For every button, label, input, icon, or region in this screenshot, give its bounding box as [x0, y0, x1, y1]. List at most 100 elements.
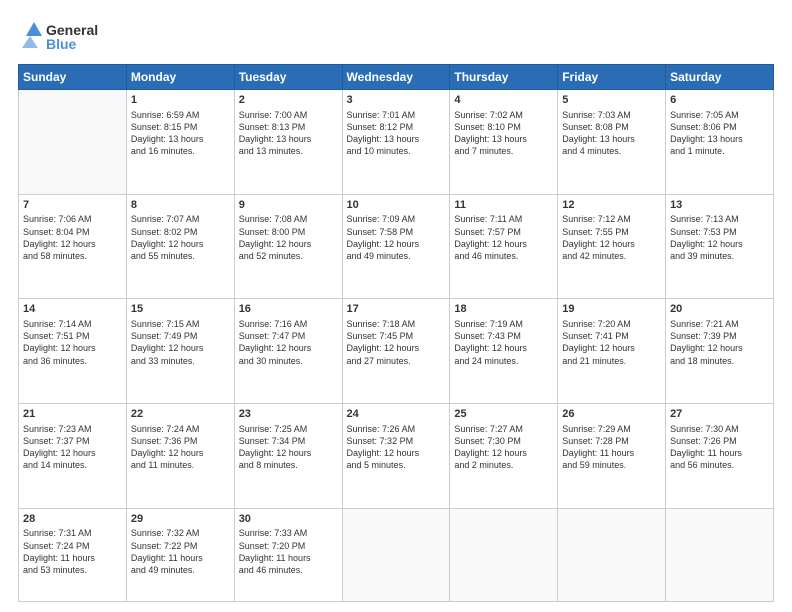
day-number: 9: [239, 198, 338, 213]
day-number: 11: [454, 198, 553, 213]
day-info: Sunrise: 7:26 AM Sunset: 7:32 PM Dayligh…: [347, 423, 446, 472]
day-info: Sunrise: 7:18 AM Sunset: 7:45 PM Dayligh…: [347, 318, 446, 367]
calendar-cell: 21Sunrise: 7:23 AM Sunset: 7:37 PM Dayli…: [19, 403, 127, 508]
calendar-table: SundayMondayTuesdayWednesdayThursdayFrid…: [18, 64, 774, 602]
day-info: Sunrise: 7:21 AM Sunset: 7:39 PM Dayligh…: [670, 318, 769, 367]
calendar-cell: 25Sunrise: 7:27 AM Sunset: 7:30 PM Dayli…: [450, 403, 558, 508]
weekday-header-friday: Friday: [558, 65, 666, 90]
calendar-cell: 4Sunrise: 7:02 AM Sunset: 8:10 PM Daylig…: [450, 90, 558, 195]
day-number: 25: [454, 407, 553, 422]
weekday-header-monday: Monday: [126, 65, 234, 90]
calendar-cell: 6Sunrise: 7:05 AM Sunset: 8:06 PM Daylig…: [666, 90, 774, 195]
day-number: 8: [131, 198, 230, 213]
calendar-cell: 17Sunrise: 7:18 AM Sunset: 7:45 PM Dayli…: [342, 299, 450, 404]
day-number: 1: [131, 93, 230, 108]
day-info: Sunrise: 7:02 AM Sunset: 8:10 PM Dayligh…: [454, 109, 553, 158]
day-info: Sunrise: 7:11 AM Sunset: 7:57 PM Dayligh…: [454, 213, 553, 262]
page: General Blue SundayMondayTuesdayWednesda…: [0, 0, 792, 612]
calendar-cell: 15Sunrise: 7:15 AM Sunset: 7:49 PM Dayli…: [126, 299, 234, 404]
calendar-cell: 3Sunrise: 7:01 AM Sunset: 8:12 PM Daylig…: [342, 90, 450, 195]
day-number: 17: [347, 302, 446, 317]
day-info: Sunrise: 7:01 AM Sunset: 8:12 PM Dayligh…: [347, 109, 446, 158]
day-info: Sunrise: 7:31 AM Sunset: 7:24 PM Dayligh…: [23, 527, 122, 576]
day-number: 26: [562, 407, 661, 422]
calendar-cell: 11Sunrise: 7:11 AM Sunset: 7:57 PM Dayli…: [450, 194, 558, 299]
weekday-header-sunday: Sunday: [19, 65, 127, 90]
calendar-cell: 27Sunrise: 7:30 AM Sunset: 7:26 PM Dayli…: [666, 403, 774, 508]
calendar-cell: 14Sunrise: 7:14 AM Sunset: 7:51 PM Dayli…: [19, 299, 127, 404]
day-info: Sunrise: 7:27 AM Sunset: 7:30 PM Dayligh…: [454, 423, 553, 472]
day-number: 14: [23, 302, 122, 317]
day-number: 28: [23, 512, 122, 527]
day-info: Sunrise: 7:16 AM Sunset: 7:47 PM Dayligh…: [239, 318, 338, 367]
calendar-cell: [450, 508, 558, 601]
day-number: 7: [23, 198, 122, 213]
day-info: Sunrise: 7:05 AM Sunset: 8:06 PM Dayligh…: [670, 109, 769, 158]
day-info: Sunrise: 7:30 AM Sunset: 7:26 PM Dayligh…: [670, 423, 769, 472]
day-number: 19: [562, 302, 661, 317]
day-info: Sunrise: 7:23 AM Sunset: 7:37 PM Dayligh…: [23, 423, 122, 472]
logo: General Blue: [18, 18, 108, 54]
calendar-cell: [558, 508, 666, 601]
calendar-cell: 7Sunrise: 7:06 AM Sunset: 8:04 PM Daylig…: [19, 194, 127, 299]
calendar-cell: 29Sunrise: 7:32 AM Sunset: 7:22 PM Dayli…: [126, 508, 234, 601]
calendar-cell: 28Sunrise: 7:31 AM Sunset: 7:24 PM Dayli…: [19, 508, 127, 601]
weekday-header-tuesday: Tuesday: [234, 65, 342, 90]
day-info: Sunrise: 7:09 AM Sunset: 7:58 PM Dayligh…: [347, 213, 446, 262]
calendar-cell: 20Sunrise: 7:21 AM Sunset: 7:39 PM Dayli…: [666, 299, 774, 404]
day-number: 21: [23, 407, 122, 422]
day-number: 24: [347, 407, 446, 422]
calendar-cell: 1Sunrise: 6:59 AM Sunset: 8:15 PM Daylig…: [126, 90, 234, 195]
day-number: 27: [670, 407, 769, 422]
day-info: Sunrise: 7:15 AM Sunset: 7:49 PM Dayligh…: [131, 318, 230, 367]
day-info: Sunrise: 7:20 AM Sunset: 7:41 PM Dayligh…: [562, 318, 661, 367]
calendar-cell: 2Sunrise: 7:00 AM Sunset: 8:13 PM Daylig…: [234, 90, 342, 195]
calendar-cell: 8Sunrise: 7:07 AM Sunset: 8:02 PM Daylig…: [126, 194, 234, 299]
weekday-header-row: SundayMondayTuesdayWednesdayThursdayFrid…: [19, 65, 774, 90]
day-number: 15: [131, 302, 230, 317]
day-info: Sunrise: 7:13 AM Sunset: 7:53 PM Dayligh…: [670, 213, 769, 262]
calendar-cell: 18Sunrise: 7:19 AM Sunset: 7:43 PM Dayli…: [450, 299, 558, 404]
calendar-cell: 12Sunrise: 7:12 AM Sunset: 7:55 PM Dayli…: [558, 194, 666, 299]
weekday-header-wednesday: Wednesday: [342, 65, 450, 90]
day-number: 4: [454, 93, 553, 108]
day-number: 6: [670, 93, 769, 108]
day-info: Sunrise: 7:08 AM Sunset: 8:00 PM Dayligh…: [239, 213, 338, 262]
day-info: Sunrise: 7:06 AM Sunset: 8:04 PM Dayligh…: [23, 213, 122, 262]
header: General Blue: [18, 18, 774, 54]
day-info: Sunrise: 7:19 AM Sunset: 7:43 PM Dayligh…: [454, 318, 553, 367]
day-info: Sunrise: 6:59 AM Sunset: 8:15 PM Dayligh…: [131, 109, 230, 158]
day-number: 2: [239, 93, 338, 108]
day-number: 13: [670, 198, 769, 213]
calendar-cell: 16Sunrise: 7:16 AM Sunset: 7:47 PM Dayli…: [234, 299, 342, 404]
day-info: Sunrise: 7:32 AM Sunset: 7:22 PM Dayligh…: [131, 527, 230, 576]
calendar-cell: 24Sunrise: 7:26 AM Sunset: 7:32 PM Dayli…: [342, 403, 450, 508]
day-number: 18: [454, 302, 553, 317]
calendar-cell: 5Sunrise: 7:03 AM Sunset: 8:08 PM Daylig…: [558, 90, 666, 195]
weekday-header-saturday: Saturday: [666, 65, 774, 90]
week-row-5: 28Sunrise: 7:31 AM Sunset: 7:24 PM Dayli…: [19, 508, 774, 601]
calendar-cell: [666, 508, 774, 601]
day-info: Sunrise: 7:07 AM Sunset: 8:02 PM Dayligh…: [131, 213, 230, 262]
day-number: 12: [562, 198, 661, 213]
day-number: 23: [239, 407, 338, 422]
day-info: Sunrise: 7:14 AM Sunset: 7:51 PM Dayligh…: [23, 318, 122, 367]
day-info: Sunrise: 7:29 AM Sunset: 7:28 PM Dayligh…: [562, 423, 661, 472]
day-info: Sunrise: 7:03 AM Sunset: 8:08 PM Dayligh…: [562, 109, 661, 158]
calendar-cell: 23Sunrise: 7:25 AM Sunset: 7:34 PM Dayli…: [234, 403, 342, 508]
weekday-header-thursday: Thursday: [450, 65, 558, 90]
calendar-cell: 26Sunrise: 7:29 AM Sunset: 7:28 PM Dayli…: [558, 403, 666, 508]
day-info: Sunrise: 7:24 AM Sunset: 7:36 PM Dayligh…: [131, 423, 230, 472]
day-number: 10: [347, 198, 446, 213]
calendar-cell: 22Sunrise: 7:24 AM Sunset: 7:36 PM Dayli…: [126, 403, 234, 508]
week-row-2: 7Sunrise: 7:06 AM Sunset: 8:04 PM Daylig…: [19, 194, 774, 299]
day-info: Sunrise: 7:25 AM Sunset: 7:34 PM Dayligh…: [239, 423, 338, 472]
svg-text:Blue: Blue: [46, 36, 77, 52]
calendar-cell: 30Sunrise: 7:33 AM Sunset: 7:20 PM Dayli…: [234, 508, 342, 601]
calendar-cell: 10Sunrise: 7:09 AM Sunset: 7:58 PM Dayli…: [342, 194, 450, 299]
calendar-cell: [19, 90, 127, 195]
day-number: 29: [131, 512, 230, 527]
day-info: Sunrise: 7:33 AM Sunset: 7:20 PM Dayligh…: [239, 527, 338, 576]
day-number: 22: [131, 407, 230, 422]
day-info: Sunrise: 7:12 AM Sunset: 7:55 PM Dayligh…: [562, 213, 661, 262]
